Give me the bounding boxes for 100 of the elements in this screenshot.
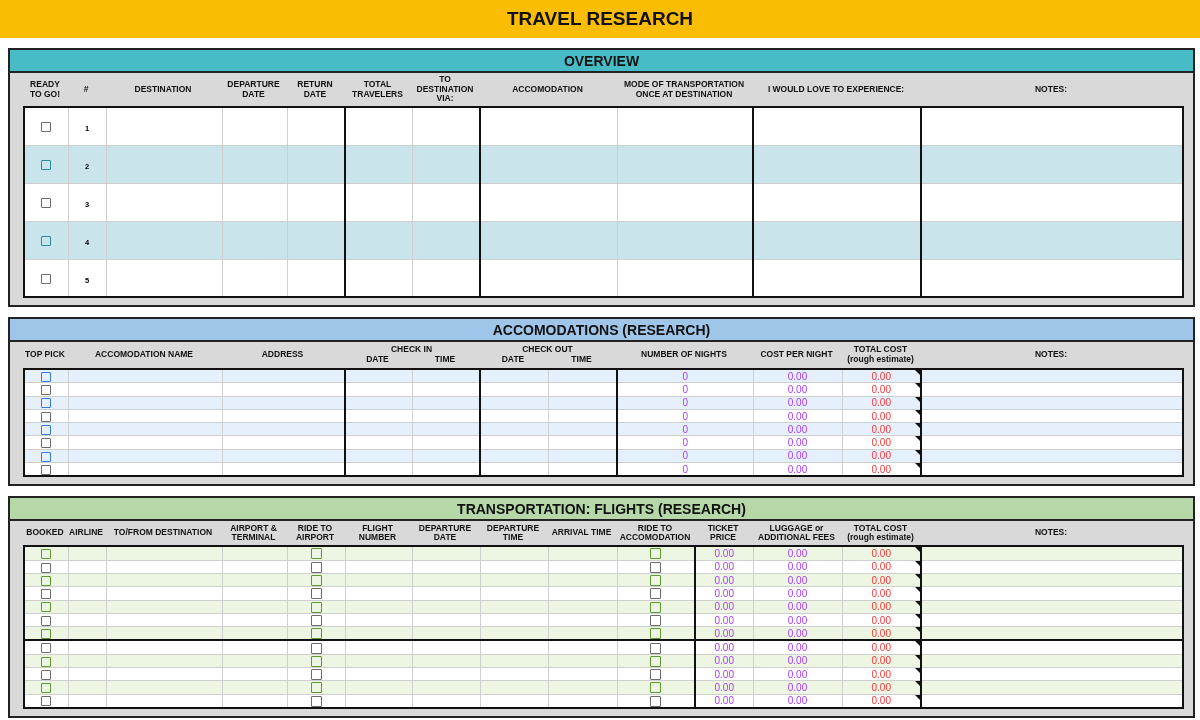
column-header: AIRPORT & TERMINAL [229, 523, 278, 544]
table-cell: 0.00 [871, 450, 891, 462]
column-header: I WOULD LOVE TO EXPERIENCE: [767, 83, 905, 94]
column-header: DESTINATION [134, 83, 192, 94]
table-cell: 0.00 [871, 463, 891, 475]
checkbox[interactable] [310, 628, 322, 640]
checkbox[interactable] [650, 561, 662, 573]
checkbox[interactable] [650, 628, 662, 640]
table-cell: 0.00 [871, 601, 891, 613]
table-cell: 0.00 [787, 642, 808, 654]
checkbox[interactable] [41, 398, 52, 409]
table-cell: 0.00 [871, 561, 891, 573]
checkbox[interactable] [650, 669, 662, 681]
checkbox[interactable] [41, 575, 52, 586]
column-header: TICKET PRICE [706, 523, 740, 544]
checkbox[interactable] [41, 385, 52, 396]
checkbox[interactable] [650, 655, 662, 667]
table-cell: 0.00 [871, 627, 891, 639]
column-header: RETURN DATE [297, 78, 333, 99]
checkbox[interactable] [310, 561, 322, 573]
column-header: TO/FROM DESTINATION [112, 528, 214, 539]
table-cell: 0.00 [787, 614, 808, 626]
table-cell: 0.00 [714, 587, 734, 599]
table-cell: 0.00 [714, 642, 734, 654]
table-cell: 0.00 [787, 383, 808, 395]
section-title: TRANSPORTATION: FLIGHTS (RESEARCH) [457, 500, 746, 517]
table-cell: 0.00 [787, 548, 808, 559]
table-cell: 0 [682, 450, 689, 462]
table-cell: 0.00 [787, 370, 808, 382]
table-cell: 0.00 [787, 410, 808, 422]
checkbox[interactable] [41, 235, 52, 246]
checkbox[interactable] [310, 682, 322, 694]
checkbox[interactable] [650, 695, 662, 707]
column-header: CHECK IN [390, 344, 433, 355]
checkbox[interactable] [650, 575, 662, 587]
table-cell: 0.00 [787, 561, 808, 573]
checkbox[interactable] [41, 451, 52, 462]
column-header: TOTAL TRAVELERS [352, 78, 403, 99]
checkbox[interactable] [41, 615, 52, 626]
checkbox[interactable] [310, 642, 322, 654]
checkbox[interactable] [310, 695, 322, 707]
checkbox[interactable] [41, 562, 52, 573]
column-header: DEPARTURE DATE [417, 523, 473, 544]
checkbox[interactable] [41, 696, 52, 707]
checkbox[interactable] [41, 425, 52, 435]
column-header: COST PER NIGHT [759, 350, 834, 360]
column-header: # [83, 83, 89, 94]
table-cell: 0 [682, 423, 689, 435]
checkbox[interactable] [41, 411, 52, 422]
checkbox[interactable] [41, 122, 52, 132]
checkbox[interactable] [650, 588, 662, 600]
checkbox[interactable] [650, 682, 662, 694]
checkbox[interactable] [41, 683, 52, 694]
checkbox[interactable] [310, 669, 322, 681]
checkbox[interactable] [41, 159, 52, 170]
table-cell: 0.00 [714, 655, 734, 667]
checkbox[interactable] [41, 273, 52, 284]
table-cell: 0 [682, 463, 689, 475]
table-cell: 0.00 [871, 655, 891, 667]
section-title: OVERVIEW [563, 52, 640, 69]
checkbox[interactable] [650, 614, 662, 626]
table-cell: 0.00 [714, 695, 734, 707]
checkbox[interactable] [41, 371, 52, 382]
checkbox[interactable] [650, 642, 662, 654]
checkbox[interactable] [650, 601, 662, 613]
table-cell: 0.00 [787, 450, 808, 462]
checkbox[interactable] [41, 438, 52, 449]
table-cell: 0 [682, 410, 689, 422]
table-cell: 0.00 [787, 463, 808, 475]
table-cell: 0.00 [871, 437, 891, 449]
table-cell: 0.00 [871, 682, 891, 693]
checkbox[interactable] [41, 589, 52, 600]
checkbox[interactable] [310, 655, 322, 667]
table-cell: 0.00 [787, 397, 808, 409]
checkbox[interactable] [310, 548, 322, 560]
table-cell: 0.00 [871, 383, 891, 395]
checkbox[interactable] [650, 548, 662, 560]
column-header: TOP PICK [24, 350, 66, 360]
column-header: TOTAL COST [852, 345, 909, 355]
column-header: DATE [366, 354, 389, 364]
checkbox[interactable] [41, 669, 52, 680]
checkbox[interactable] [41, 629, 52, 639]
checkbox[interactable] [41, 197, 52, 208]
column-header: TIME [571, 354, 592, 364]
checkbox[interactable] [310, 614, 322, 626]
column-header: CHECK OUT [522, 344, 573, 355]
checkbox[interactable] [41, 656, 52, 667]
checkbox[interactable] [41, 549, 52, 560]
checkbox[interactable] [310, 575, 322, 587]
column-header: TO DESTINATION VIA: [416, 73, 474, 104]
checkbox[interactable] [310, 588, 322, 600]
table-cell: 0.00 [787, 655, 808, 667]
table-cell: 0.00 [871, 695, 891, 707]
table-cell: 0.00 [787, 627, 808, 639]
checkbox[interactable] [41, 464, 52, 475]
checkbox[interactable] [310, 601, 322, 613]
table-cell: 0.00 [787, 574, 808, 586]
column-header: TIME [434, 354, 456, 364]
checkbox[interactable] [41, 643, 52, 654]
checkbox[interactable] [41, 602, 52, 613]
